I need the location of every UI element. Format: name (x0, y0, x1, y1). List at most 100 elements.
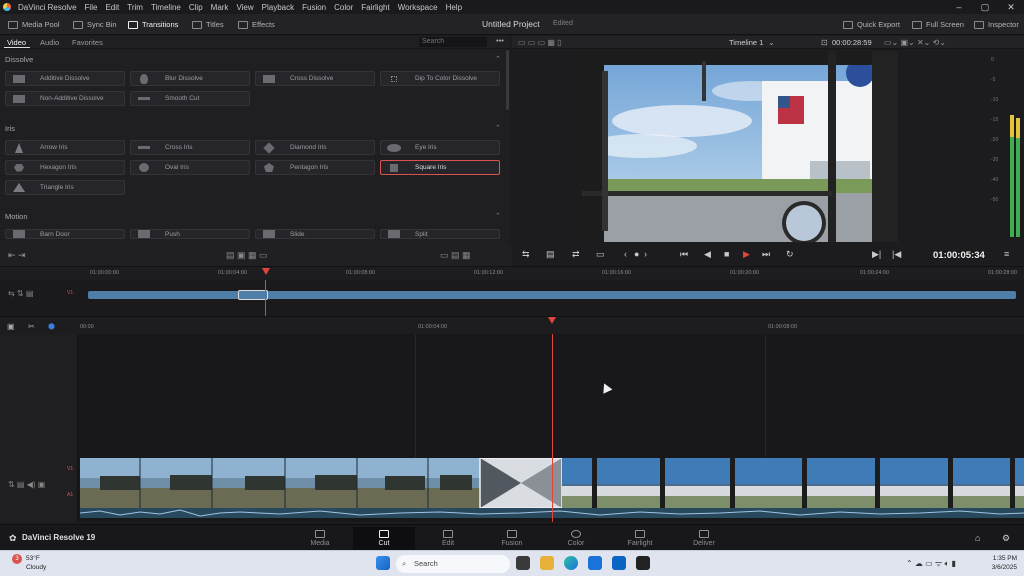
fx-diamond-iris[interactable]: Diamond Iris (255, 140, 375, 155)
section-iris[interactable]: Iris (5, 124, 15, 133)
minimize-icon[interactable]: – (946, 0, 972, 14)
effects-scrollbar[interactable] (506, 50, 509, 110)
chevron-down-icon[interactable]: ⌄ (768, 38, 775, 47)
fx-hexagon-iris[interactable]: Hexagon Iris (5, 160, 125, 175)
append-tools-icons[interactable]: ▭ ▤ ▦ (440, 250, 471, 261)
menu-mark[interactable]: Mark (207, 3, 233, 12)
upper-clip-bar[interactable] (88, 291, 1016, 299)
taskbar-search[interactable]: ⌕ Search (396, 555, 510, 573)
effects-search-input[interactable] (419, 37, 487, 47)
store-icon[interactable] (588, 556, 602, 570)
snap-icon[interactable]: ⬢ (48, 322, 55, 331)
upper-timeline-ruler[interactable]: 01:00:00:00 01:00:04:00 01:00:08:00 01:0… (0, 266, 1024, 280)
transitions-button[interactable]: Transitions (128, 14, 178, 35)
fx-additive-dissolve[interactable]: Additive Dissolve (5, 71, 125, 86)
collapse-iris-icon[interactable]: ⌃ (495, 124, 501, 132)
weather-widget[interactable]: 53°F Cloudy (26, 554, 46, 572)
effects-button[interactable]: Effects (238, 14, 275, 35)
fx-oval-iris[interactable]: Oval Iris (130, 160, 250, 175)
edit-tools-icons[interactable]: ▤ ▣ ▦ ▭ (226, 250, 268, 261)
inspector-button[interactable]: Inspector (974, 14, 1019, 35)
tab-audio[interactable]: Audio (40, 38, 59, 47)
menu-fairlight[interactable]: Fairlight (357, 3, 393, 12)
menu-fusion[interactable]: Fusion (298, 3, 330, 12)
section-dissolve[interactable]: Dissolve (5, 55, 33, 64)
windows-start-icon[interactable] (376, 556, 390, 570)
close-icon[interactable]: ✕ (998, 0, 1024, 14)
clip-options-icon[interactable]: ⇆ (522, 249, 530, 260)
media-pool-button[interactable]: Media Pool (8, 14, 60, 35)
home-icon[interactable]: ⌂ (975, 533, 980, 543)
jog-right-icon[interactable]: › (644, 249, 647, 259)
file-explorer-icon[interactable] (540, 556, 554, 570)
page-color[interactable]: Color (545, 527, 607, 551)
page-cut[interactable]: Cut (353, 527, 415, 553)
menu-file[interactable]: File (81, 3, 102, 12)
menu-timeline[interactable]: Timeline (147, 3, 185, 12)
tab-favorites[interactable]: Favorites (72, 38, 103, 47)
fx-cross-dissolve[interactable]: Cross Dissolve (255, 71, 375, 86)
sync-icon[interactable]: ⇄ (572, 249, 580, 260)
stop-icon[interactable]: ■ (724, 249, 729, 259)
scissors-icon[interactable]: ✂ (28, 322, 35, 331)
fx-blur-dissolve[interactable]: Blur Dissolve (130, 71, 250, 86)
fx-pentagon-iris[interactable]: Pentagon Iris (255, 160, 375, 175)
zoom-window[interactable] (238, 290, 268, 300)
track-tools-icons[interactable]: ⇆ ⇅ ▤ (8, 289, 33, 298)
timeline-options-icon[interactable]: ⇤ ⇥ (8, 250, 26, 261)
davinci-resolve-taskbar-icon[interactable] (636, 556, 650, 570)
menu-color[interactable]: Color (330, 3, 357, 12)
fx-smooth-cut[interactable]: Smooth Cut (130, 91, 250, 106)
play-icon[interactable]: ▶ (743, 249, 750, 260)
collapse-motion-icon[interactable]: ⌃ (495, 212, 501, 220)
prev-edit-icon[interactable]: ▶| (872, 249, 881, 260)
quick-export-button[interactable]: Quick Export (843, 14, 900, 35)
loop-icon[interactable]: ↻ (786, 249, 794, 260)
fx-barn-door[interactable]: Barn Door (5, 229, 125, 239)
task-view-icon[interactable] (516, 556, 530, 570)
collapse-dissolve-icon[interactable]: ⌃ (495, 55, 501, 63)
menu-workspace[interactable]: Workspace (394, 3, 442, 12)
timeline-selector[interactable]: Timeline 1 (729, 38, 763, 47)
titles-button[interactable]: Titles (192, 14, 224, 35)
upper-playhead-marker[interactable] (262, 268, 270, 275)
main-playhead-marker[interactable] (548, 317, 556, 324)
fx-cross-iris[interactable]: Cross Iris (130, 140, 250, 155)
viewer-layout-icons[interactable]: ▭ ▭ ▭ ▦ ▯ (518, 38, 562, 47)
next-edit-icon[interactable]: |◀ (892, 249, 901, 260)
go-to-end-icon[interactable]: ⏭ (762, 249, 770, 260)
jog-dot-icon[interactable]: ● (634, 249, 639, 259)
full-screen-button[interactable]: Full Screen (912, 14, 964, 35)
maximize-icon[interactable]: ▢ (972, 0, 998, 14)
source-tape-icon[interactable]: ▤ (546, 249, 555, 260)
menu-trim[interactable]: Trim (123, 3, 147, 12)
section-motion[interactable]: Motion (5, 212, 28, 221)
go-to-start-icon[interactable]: ⏮ (680, 249, 688, 260)
menu-clip[interactable]: Clip (185, 3, 207, 12)
fx-split[interactable]: Split (380, 229, 500, 239)
edge-browser-icon[interactable] (564, 556, 578, 570)
track-controls-icons[interactable]: ⇅ ▤ ◀) ▣ (8, 480, 45, 489)
fx-eye-iris[interactable]: Eye Iris (380, 140, 500, 155)
taskbar-clock[interactable]: 1:35 PM 3/6/2025 (985, 554, 1017, 572)
sync-bin-button[interactable]: Sync Bin (73, 14, 117, 35)
page-fairlight[interactable]: Fairlight (609, 527, 671, 551)
jog-left-icon[interactable]: ‹ (624, 249, 627, 259)
page-fusion[interactable]: Fusion (481, 527, 543, 551)
menu-help[interactable]: Help (442, 3, 466, 12)
monitor-icon[interactable]: ▭ (596, 249, 605, 260)
menu-edit[interactable]: Edit (101, 3, 123, 12)
fx-arrow-iris[interactable]: Arrow Iris (5, 140, 125, 155)
tab-video[interactable]: Video (7, 38, 26, 47)
viewer-options-icons[interactable]: ▭⌄ ▣⌄ ✕⌄ ⟲⌄ (884, 38, 946, 47)
page-media[interactable]: Media (289, 527, 351, 551)
camera-icon[interactable]: ▣ (7, 322, 15, 331)
fx-slide[interactable]: Slide (255, 229, 375, 239)
system-tray-icons[interactable]: ⌃ ☁ ▭ ᯤ 🔈︎ ▮ (906, 558, 956, 569)
fx-square-iris[interactable]: Square Iris (380, 160, 500, 175)
page-deliver[interactable]: Deliver (673, 527, 735, 551)
settings-gear-icon[interactable]: ⚙ (1002, 533, 1010, 544)
reverse-play-icon[interactable]: ◀ (704, 249, 711, 260)
fx-non-additive-dissolve[interactable]: Non-Additive Dissolve (5, 91, 125, 106)
fx-triangle-iris[interactable]: Triangle Iris (5, 180, 125, 195)
